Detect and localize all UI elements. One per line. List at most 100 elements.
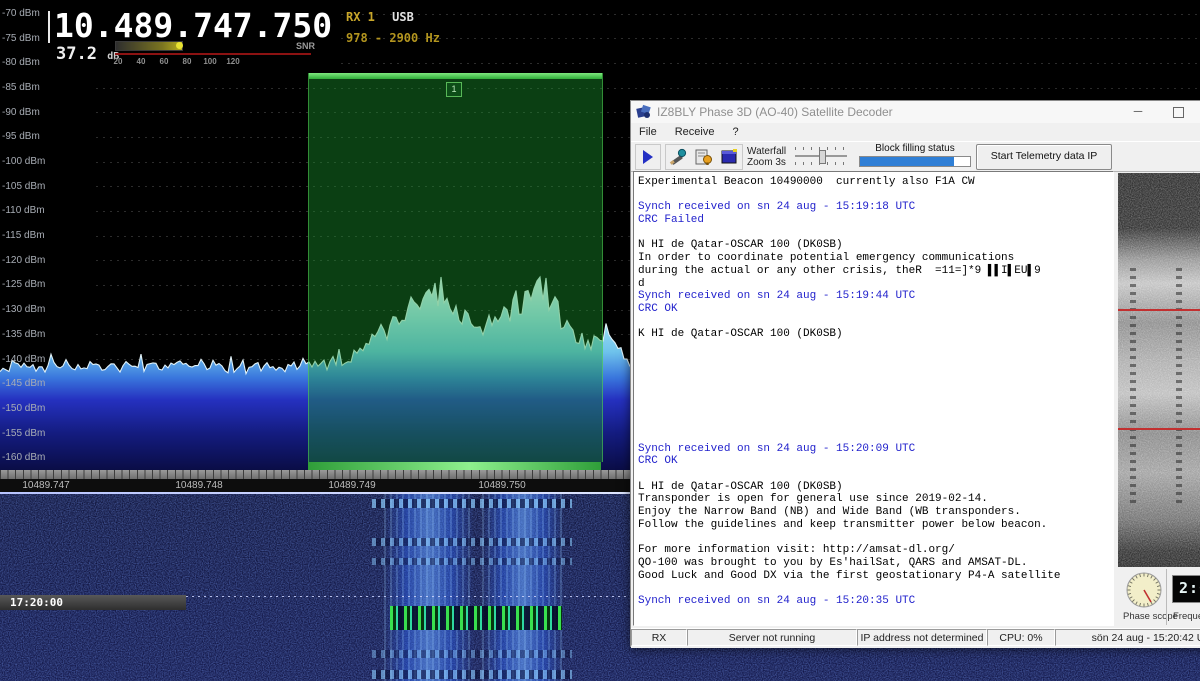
terminal-line: CRC Failed: [638, 214, 1111, 227]
maximize-icon: [1173, 107, 1184, 118]
selection-top-bar: [309, 73, 602, 79]
phase-scope-label: Phase scope: [1123, 611, 1178, 622]
dbm-label: -115 dBm: [2, 230, 45, 241]
menubar: File Receive?: [631, 123, 1200, 141]
terminal-line: [638, 354, 1111, 367]
minimize-button[interactable]: ─: [1123, 104, 1153, 120]
waterfall-window-icon[interactable]: [720, 148, 739, 166]
block-filling-label: Block filling status: [859, 143, 971, 154]
waterfall-zoom-slider[interactable]: [795, 147, 847, 165]
dbm-label: -100 dBm: [2, 156, 45, 167]
frequency-display[interactable]: 10.489.747.750: [54, 6, 332, 45]
terminal-line: N HI de Qatar-OSCAR 100 (DK0SB): [638, 239, 1111, 252]
frequency-ruler[interactable]: [0, 470, 632, 479]
titlebar: IZ8BLY Phase 3D (AO-40) Satellite Decode…: [631, 101, 1200, 124]
passband-label: 978 - 2900 Hz: [346, 31, 440, 45]
dbm-label: -150 dBm: [2, 403, 45, 414]
ruler-ticks: [0, 470, 632, 479]
frequency-axis-label: 10489.749: [317, 480, 387, 491]
terminal-line: [638, 532, 1111, 545]
frequency-panel-label: Freque: [1173, 611, 1200, 622]
dbm-label: -145 dBm: [2, 378, 45, 389]
decoder-window: IZ8BLY Phase 3D (AO-40) Satellite Decode…: [630, 100, 1200, 647]
sync-marker-line: [1118, 428, 1200, 430]
menu-item[interactable]: File: [639, 126, 657, 138]
status-cell: sön 24 aug - 15:20:42 UTC: [1055, 629, 1200, 646]
snr-tick: 100: [200, 57, 220, 66]
terminal-line: CRC OK: [638, 455, 1111, 468]
terminal-line: during the actual or any other crisis, t…: [638, 265, 1111, 278]
window-title: IZ8BLY Phase 3D (AO-40) Satellite Decode…: [657, 105, 893, 119]
start-decode-button[interactable]: [635, 144, 661, 170]
waterfall-data-burst: [372, 650, 572, 658]
waterfall-data-burst: [372, 558, 572, 565]
dbm-label: -130 dBm: [2, 304, 45, 315]
frequency-axis-label: 10489.747: [11, 480, 81, 491]
waterfall-data-burst-green: [390, 606, 562, 630]
terminal-line: For more information visit: http://amsat…: [638, 544, 1111, 557]
waterfall-timestamp: 17:20:00: [0, 595, 186, 610]
mode-label[interactable]: USB: [392, 10, 414, 24]
menu-item[interactable]: ?: [732, 126, 738, 138]
frequency-axis-label: 10489.750: [467, 480, 537, 491]
play-icon: [643, 150, 653, 164]
terminal-line: Synch received on sn 24 aug - 15:20:09 U…: [638, 443, 1111, 456]
snr-meter-dot: [176, 42, 183, 49]
dbm-label: -125 dBm: [2, 279, 45, 290]
selection-bottom-bar: [308, 462, 601, 470]
dbm-label: -135 dBm: [2, 329, 45, 340]
status-cell: CPU: 0%: [987, 629, 1055, 646]
slider-ticks-bottom: [795, 162, 847, 165]
waterfall-data-burst: [372, 670, 572, 679]
snr-meter: [115, 41, 183, 51]
terminal-line: Enjoy the Narrow Band (NB) and Wide Band…: [638, 506, 1111, 519]
snr-tick: 120: [223, 57, 243, 66]
phase-waterfall-column: [1130, 263, 1136, 503]
terminal-line: Experimental Beacon 10490000 currently a…: [638, 176, 1111, 189]
terminal-line: d: [638, 278, 1111, 291]
telemetry-log-icon[interactable]: [694, 148, 713, 166]
terminal-line: [638, 405, 1111, 418]
instrument-row: Phase scope 2:0 Freque: [1115, 567, 1200, 628]
dbm-label: -160 dBm: [2, 452, 45, 463]
block-filling-progress-fill: [860, 157, 954, 166]
terminal-line: Synch received on sn 24 aug - 15:20:35 U…: [638, 595, 1111, 608]
maximize-button[interactable]: [1163, 104, 1193, 120]
status-cell: RX: [631, 629, 687, 646]
terminal-line: Good Luck and Good DX via the first geos…: [638, 570, 1111, 583]
selection-badge[interactable]: 1: [446, 82, 462, 97]
terminal-line: [638, 417, 1111, 430]
instrument-separator: [1166, 569, 1167, 625]
waterfall-separator: [0, 492, 632, 494]
status-cell: IP address not determined: [857, 629, 987, 646]
waterfall-zoom-label: Waterfall Zoom 3s: [747, 146, 786, 168]
menu-item[interactable]: Receive: [675, 126, 715, 138]
signal-phase-waterfall: [1118, 173, 1200, 567]
terminal-line: L HI de Qatar-OSCAR 100 (DK0SB): [638, 481, 1111, 494]
dbm-label: -120 dBm: [2, 255, 45, 266]
dbm-label: -90 dBm: [2, 107, 40, 118]
rx-mode-block: RX 1 USB: [346, 10, 414, 24]
terminal-line: [638, 316, 1111, 329]
terminal-line: [638, 582, 1111, 595]
terminal-line: In order to coordinate potential emergen…: [638, 252, 1111, 265]
dbm-label: -110 dBm: [2, 205, 45, 216]
dbm-label: -105 dBm: [2, 181, 45, 192]
snr-tick: 80: [177, 57, 197, 66]
selection-region[interactable]: [308, 73, 603, 462]
terminal-line: [638, 468, 1111, 481]
terminal-line: [638, 341, 1111, 354]
toolbar: Waterfall Zoom 3s Block filling status S…: [631, 141, 1200, 172]
tune-pencil-icon[interactable]: [669, 148, 688, 166]
dbm-label: -85 dBm: [2, 82, 40, 93]
terminal-line: [638, 227, 1111, 240]
terminal-line: [638, 379, 1111, 392]
terminal-line: [638, 392, 1111, 405]
waterfall-data-burst: [372, 538, 572, 546]
telemetry-terminal[interactable]: Experimental Beacon 10490000 currently a…: [633, 171, 1114, 626]
start-telemetry-server-button[interactable]: Start Telemetry data IP Server: [976, 144, 1112, 170]
dbm-label: -75 dBm: [2, 33, 40, 44]
frequency-caret: [48, 11, 50, 43]
frequency-axis: 10489.74710489.74810489.74910489.750: [0, 479, 632, 492]
rx-label: RX 1: [346, 10, 375, 24]
